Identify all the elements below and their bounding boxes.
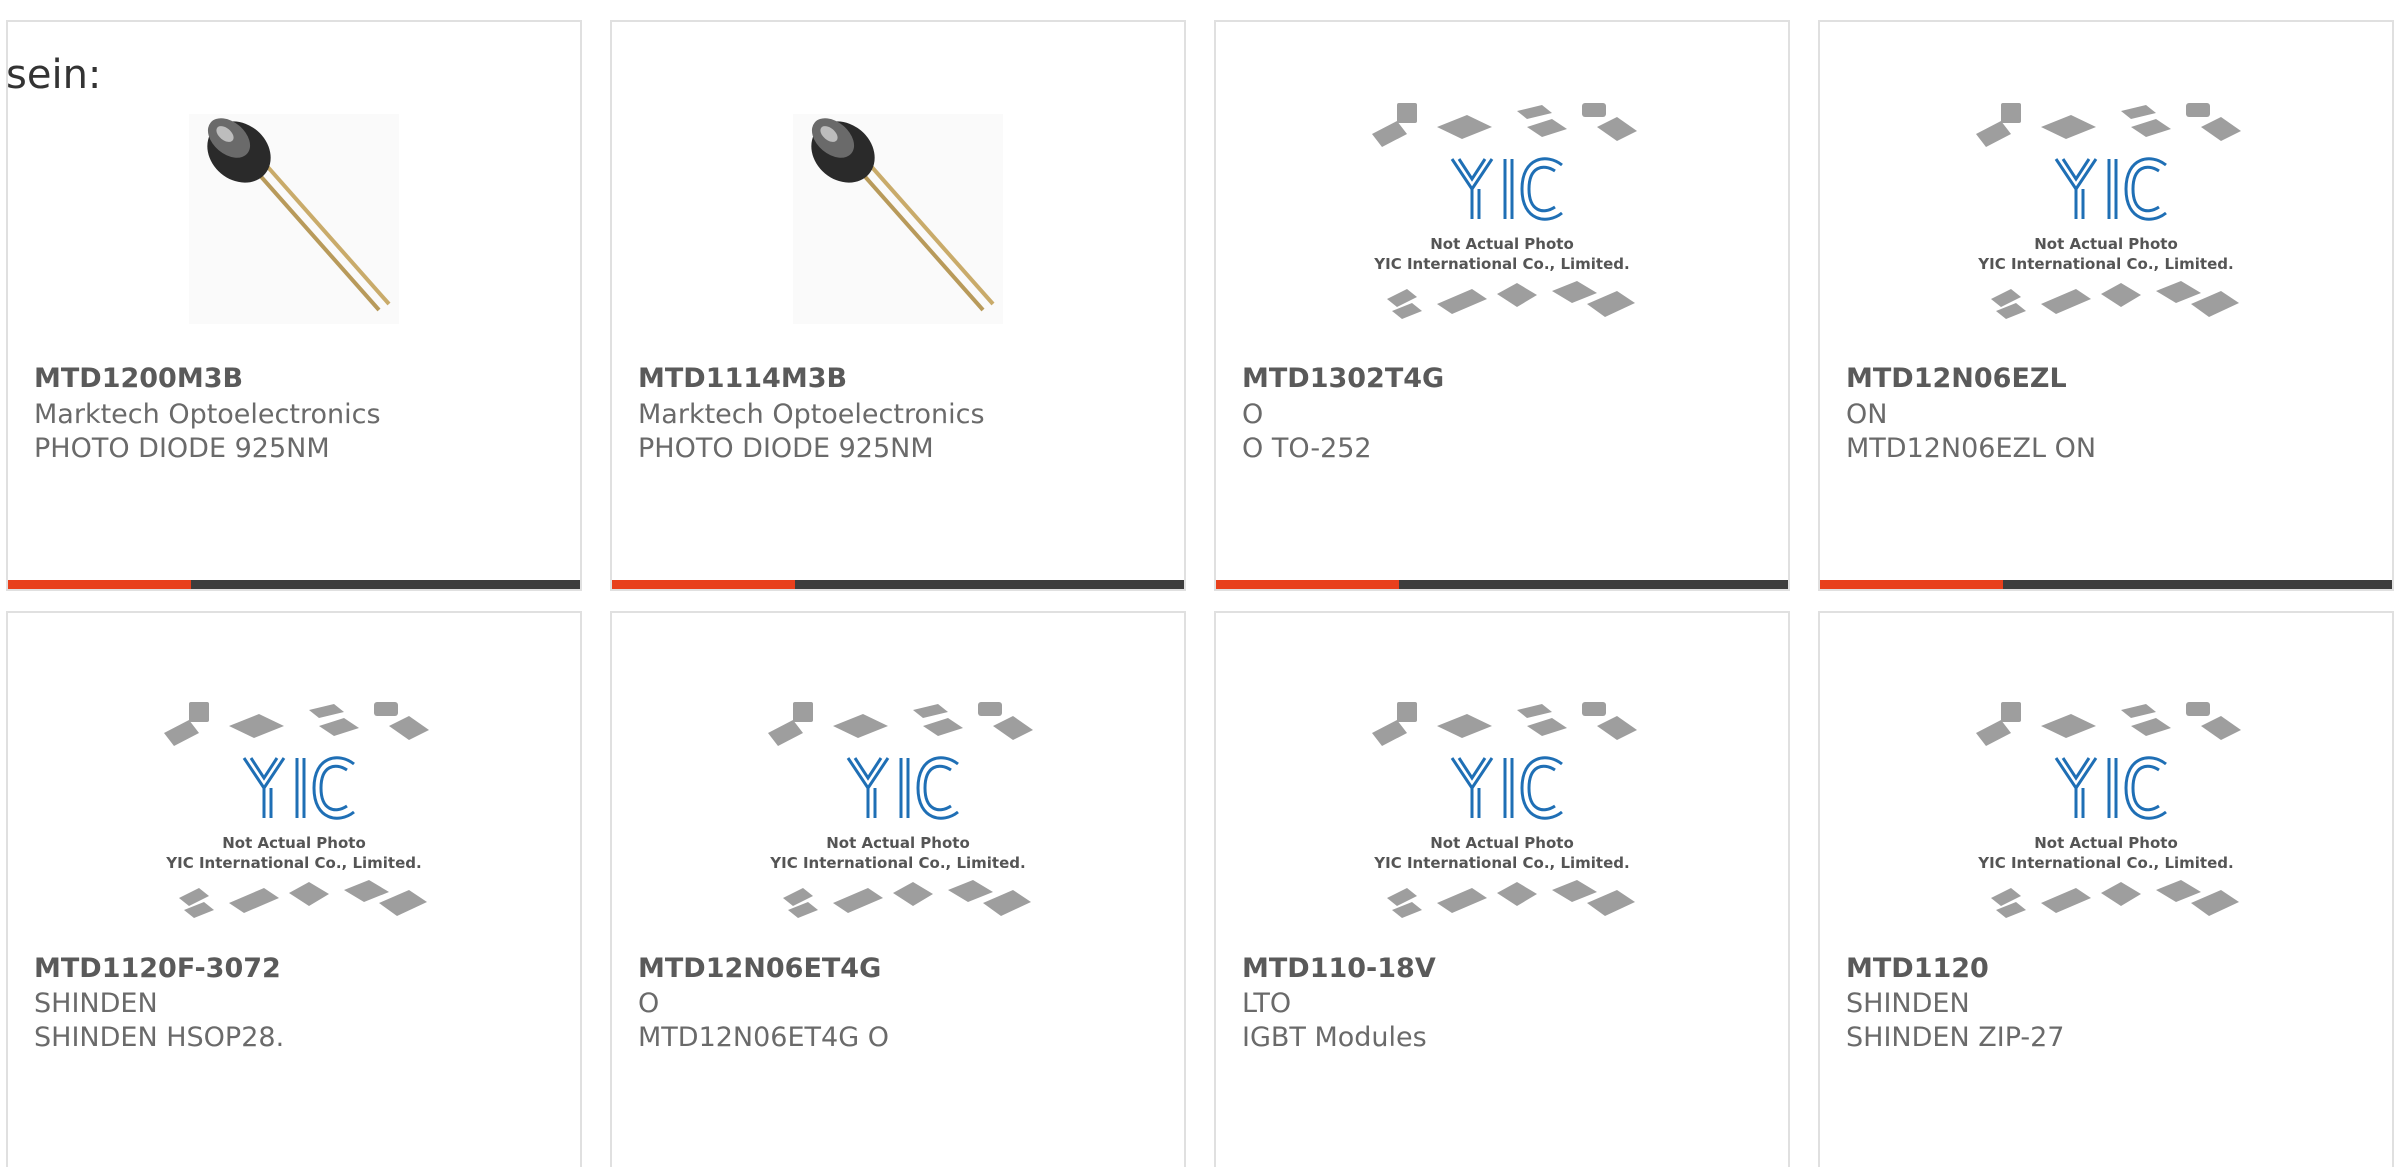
product-part-number[interactable]: MTD1120 bbox=[1846, 953, 1989, 984]
product-part-number[interactable]: MTD1114M3B bbox=[638, 363, 847, 394]
progress-bar bbox=[612, 580, 1184, 589]
product-card[interactable]: MTD1114M3B Marktech Optoelectronics PHOT… bbox=[610, 20, 1186, 591]
placeholder-line1: Not Actual Photo bbox=[1430, 235, 1574, 253]
product-part-number[interactable]: MTD1200M3B bbox=[34, 363, 243, 394]
product-description: PHOTO DIODE 925NM bbox=[34, 433, 330, 464]
product-image[interactable]: Not Actual Photo YIC International Co., … bbox=[1216, 683, 1788, 953]
placeholder-line2: YIC International Co., Limited. bbox=[1373, 854, 1629, 872]
product-image[interactable]: Not Actual Photo YIC International Co., … bbox=[1820, 84, 2392, 354]
placeholder-line1: Not Actual Photo bbox=[2034, 235, 2178, 253]
placeholder-line2: YIC International Co., Limited. bbox=[1977, 854, 2233, 872]
photodiode-photo bbox=[793, 114, 1003, 324]
product-card[interactable]: Not Actual Photo YIC International Co., … bbox=[1818, 611, 2394, 1167]
placeholder-logo: Not Actual Photo YIC International Co., … bbox=[1976, 702, 2241, 918]
placeholder-line1: Not Actual Photo bbox=[1430, 834, 1574, 852]
product-manufacturer: Marktech Optoelectronics bbox=[638, 399, 985, 430]
progress-bar bbox=[8, 580, 580, 589]
photodiode-photo bbox=[189, 114, 399, 324]
product-description: IGBT Modules bbox=[1242, 1022, 1427, 1053]
placeholder-logo: Not Actual Photo YIC International Co., … bbox=[164, 702, 429, 918]
product-image[interactable]: Not Actual Photo YIC International Co., … bbox=[612, 683, 1184, 953]
placeholder-line2: YIC International Co., Limited. bbox=[165, 854, 421, 872]
product-card[interactable]: Not Actual Photo YIC International Co., … bbox=[610, 611, 1186, 1167]
product-manufacturer: O bbox=[1242, 399, 1264, 430]
progress-fill bbox=[1820, 580, 2004, 589]
placeholder-logo: Not Actual Photo YIC International Co., … bbox=[1372, 103, 1637, 319]
heading-fragment: sein: bbox=[6, 52, 102, 98]
progress-fill bbox=[612, 580, 796, 589]
product-part-number[interactable]: MTD12N06EZL bbox=[1846, 363, 2067, 394]
product-description: MTD12N06ET4G O bbox=[638, 1022, 889, 1053]
product-card[interactable]: Not Actual Photo YIC International Co., … bbox=[6, 611, 582, 1167]
placeholder-line1: Not Actual Photo bbox=[2034, 834, 2178, 852]
product-image[interactable] bbox=[612, 84, 1184, 354]
product-manufacturer: SHINDEN bbox=[34, 988, 158, 1019]
product-description: PHOTO DIODE 925NM bbox=[638, 433, 934, 464]
product-image[interactable]: Not Actual Photo YIC International Co., … bbox=[1216, 84, 1788, 354]
placeholder-logo: Not Actual Photo YIC International Co., … bbox=[1372, 702, 1637, 918]
placeholder-logo: Not Actual Photo YIC International Co., … bbox=[1976, 103, 2241, 319]
placeholder-line1: Not Actual Photo bbox=[826, 834, 970, 852]
placeholder-line2: YIC International Co., Limited. bbox=[1373, 255, 1629, 273]
product-card[interactable]: MTD1200M3B Marktech Optoelectronics PHOT… bbox=[6, 20, 582, 591]
progress-fill bbox=[8, 580, 192, 589]
product-description: SHINDEN ZIP-27 bbox=[1846, 1022, 2065, 1053]
product-card[interactable]: Not Actual Photo YIC International Co., … bbox=[1214, 611, 1790, 1167]
progress-bar bbox=[1216, 580, 1788, 589]
product-description: SHINDEN HSOP28. bbox=[34, 1022, 285, 1053]
product-image[interactable]: Not Actual Photo YIC International Co., … bbox=[1820, 683, 2392, 953]
product-image[interactable] bbox=[8, 84, 580, 354]
product-image[interactable]: Not Actual Photo YIC International Co., … bbox=[8, 683, 580, 953]
product-manufacturer: LTO bbox=[1242, 988, 1292, 1019]
progress-fill bbox=[1216, 580, 1400, 589]
placeholder-line2: YIC International Co., Limited. bbox=[769, 854, 1025, 872]
product-description: O TO-252 bbox=[1242, 433, 1372, 464]
product-part-number[interactable]: MTD12N06ET4G bbox=[638, 953, 881, 984]
product-part-number[interactable]: MTD110-18V bbox=[1242, 953, 1436, 984]
product-card[interactable]: Not Actual Photo YIC International Co., … bbox=[1214, 20, 1790, 591]
product-part-number[interactable]: MTD1120F-3072 bbox=[34, 953, 281, 984]
product-card[interactable]: Not Actual Photo YIC International Co., … bbox=[1818, 20, 2394, 591]
placeholder-line2: YIC International Co., Limited. bbox=[1977, 255, 2233, 273]
placeholder-line1: Not Actual Photo bbox=[222, 834, 366, 852]
progress-bar bbox=[1820, 580, 2392, 589]
product-manufacturer: ON bbox=[1846, 399, 1888, 430]
product-description: MTD12N06EZL ON bbox=[1846, 433, 2097, 464]
product-part-number[interactable]: MTD1302T4G bbox=[1242, 363, 1444, 394]
product-manufacturer: SHINDEN bbox=[1846, 988, 1970, 1019]
placeholder-logo: Not Actual Photo YIC International Co., … bbox=[768, 702, 1033, 918]
product-manufacturer: Marktech Optoelectronics bbox=[34, 399, 381, 430]
product-manufacturer: O bbox=[638, 988, 660, 1019]
